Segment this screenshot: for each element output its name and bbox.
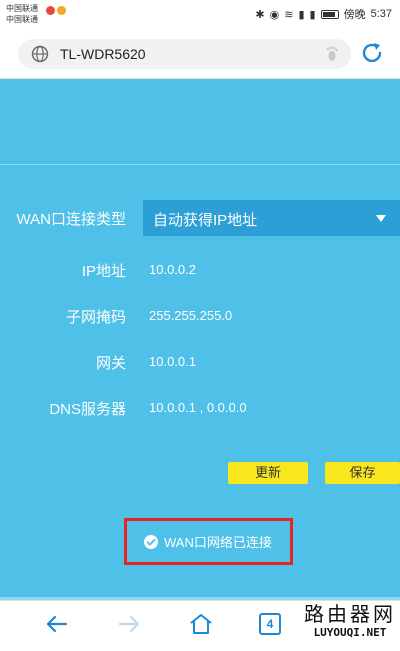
ip-label: IP地址 bbox=[81, 263, 126, 280]
mask-value: 255.255.255.0 bbox=[149, 308, 233, 323]
check-circle-icon bbox=[144, 534, 158, 549]
gateway-label: 网关 bbox=[95, 355, 126, 372]
status-bar: 中国联通 中国联通 ✱ ◉ ≋ ▮ ▮ 傍晚 5:37 bbox=[0, 0, 400, 27]
watermark-en: LUYOUQI.NET bbox=[313, 626, 387, 639]
globe-icon bbox=[31, 45, 49, 63]
home-icon[interactable] bbox=[188, 611, 214, 637]
notification-icons bbox=[46, 6, 66, 15]
connection-type-label: WAN口连接类型 bbox=[16, 211, 126, 228]
wan-status-highlight: WAN口网络已连接 bbox=[124, 518, 293, 565]
back-arrow-icon[interactable] bbox=[44, 611, 70, 637]
battery-icon bbox=[320, 9, 339, 19]
status-right: ✱ ◉ ≋ ▮ ▮ 傍晚 5:37 bbox=[255, 6, 392, 22]
time-prefix: 傍晚 bbox=[343, 9, 366, 21]
wifi-icon: ≋ bbox=[284, 8, 294, 21]
watermark-cn: 路由器网 bbox=[304, 604, 396, 626]
bluetooth-icon: ✱ bbox=[255, 8, 265, 21]
wan-status-text: WAN口网络已连接 bbox=[164, 535, 272, 550]
dns-label: DNS服务器 bbox=[49, 401, 126, 418]
refresh-button[interactable]: 更新 bbox=[228, 462, 308, 484]
mask-label: 子网掩码 bbox=[65, 309, 126, 326]
ip-value: 10.0.0.2 bbox=[149, 262, 196, 277]
tabs-button[interactable]: 4 bbox=[259, 613, 281, 635]
address-bar[interactable]: TL-WDR5620 bbox=[18, 39, 351, 69]
carrier-label-2: 中国联通 bbox=[6, 15, 38, 24]
clock: 5:37 bbox=[370, 8, 392, 20]
wan-status: WAN口网络已连接 bbox=[144, 532, 272, 551]
signal-icon: ▮ bbox=[298, 8, 305, 21]
forward-arrow-icon[interactable] bbox=[116, 611, 142, 637]
footprint-icon[interactable] bbox=[323, 45, 341, 63]
eye-comfort-icon: ◉ bbox=[269, 8, 280, 21]
connection-type-select[interactable]: 自动获得IP地址 bbox=[143, 200, 400, 236]
app-notification-icon bbox=[57, 6, 66, 15]
save-button[interactable]: 保存 bbox=[325, 462, 400, 484]
dns-value: 10.0.0.1 , 0.0.0.0 bbox=[149, 400, 247, 415]
url-text: TL-WDR5620 bbox=[60, 46, 146, 62]
signal-icon-2: ▮ bbox=[309, 8, 316, 21]
site-watermark: 路由器网 LUYOUQI.NET bbox=[304, 604, 396, 640]
connection-type-value: 自动获得IP地址 bbox=[153, 212, 258, 229]
reload-icon[interactable] bbox=[360, 41, 384, 65]
gateway-value: 10.0.0.1 bbox=[149, 354, 196, 369]
weibo-icon bbox=[46, 6, 55, 15]
carrier-label-1: 中国联通 bbox=[6, 4, 38, 13]
top-divider bbox=[0, 164, 400, 165]
chevron-down-icon bbox=[376, 215, 386, 222]
router-page: WAN口连接类型 自动获得IP地址 IP地址 10.0.0.2 子网掩码 255… bbox=[0, 80, 400, 600]
browser-toolbar: TL-WDR5620 bbox=[0, 27, 400, 79]
